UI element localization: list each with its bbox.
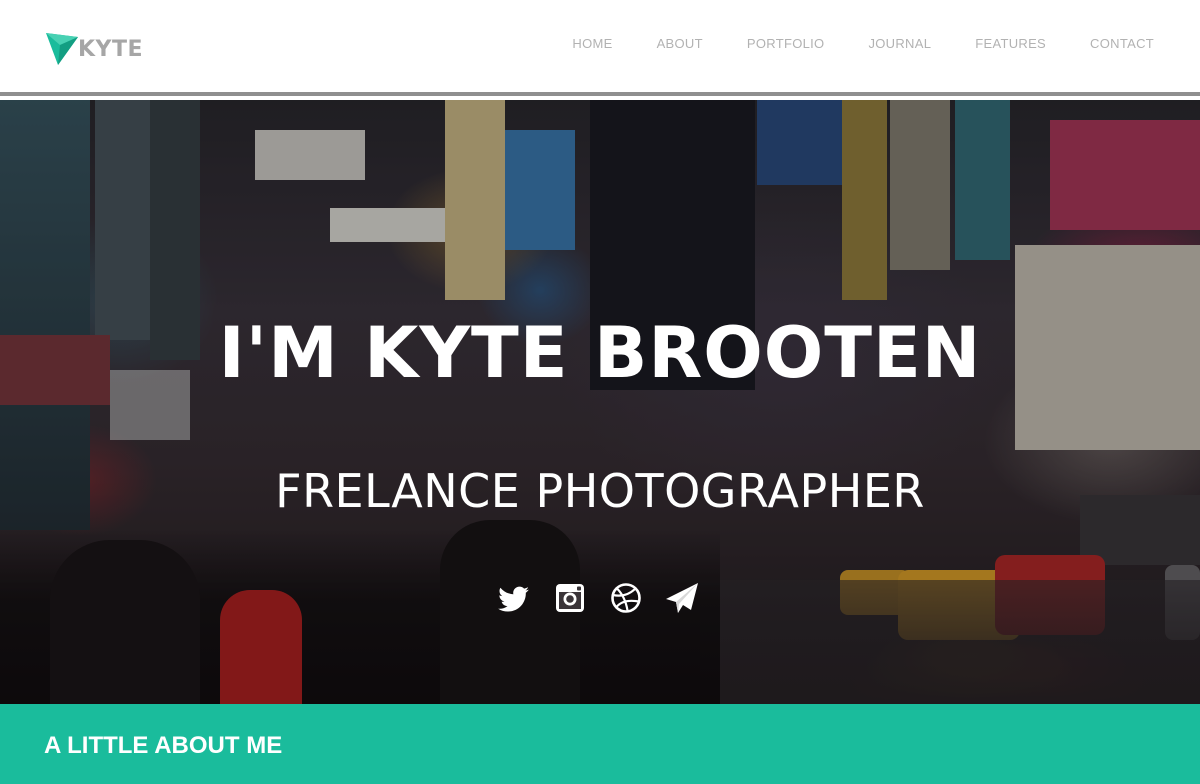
nav-home[interactable]: HOME	[572, 36, 612, 51]
hero-section: I'M KYTE BROOTEN FRELANCE PHOTOGRAPHER	[0, 100, 1200, 704]
dribbble-icon[interactable]	[609, 580, 643, 616]
twitter-icon[interactable]	[497, 580, 531, 616]
site-header: KYTE HOME ABOUT PORTFOLIO JOURNAL FEATUR…	[0, 0, 1200, 96]
nav-portfolio[interactable]: PORTFOLIO	[747, 36, 825, 51]
nav-features[interactable]: FEATURES	[975, 36, 1046, 51]
logo-arrow-icon	[46, 33, 78, 65]
hero-title: I'M KYTE BROOTEN	[218, 312, 982, 394]
main-nav: HOME ABOUT PORTFOLIO JOURNAL FEATURES CO…	[528, 36, 1154, 51]
instagram-icon[interactable]	[553, 580, 587, 616]
logo[interactable]: KYTE	[44, 28, 143, 68]
social-links	[497, 580, 699, 616]
about-section: A LITTLE ABOUT ME	[0, 704, 1200, 784]
nav-about[interactable]: ABOUT	[657, 36, 703, 51]
logo-text: KYTE	[78, 36, 144, 62]
paper-plane-icon[interactable]	[665, 580, 699, 616]
hero-subtitle: FRELANCE PHOTOGRAPHER	[275, 464, 925, 518]
nav-journal[interactable]: JOURNAL	[868, 36, 931, 51]
nav-contact[interactable]: CONTACT	[1090, 36, 1154, 51]
about-heading: A LITTLE ABOUT ME	[44, 732, 283, 759]
